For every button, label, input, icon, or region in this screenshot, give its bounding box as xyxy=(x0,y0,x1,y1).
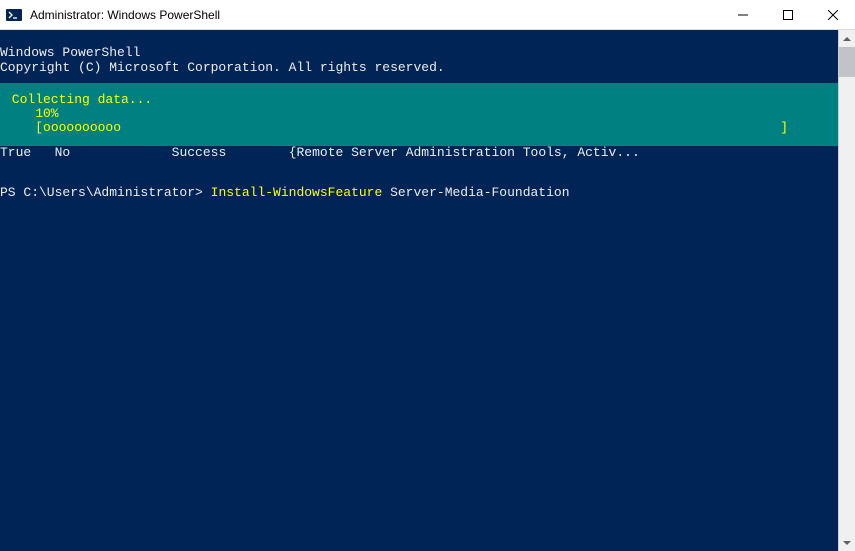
minimize-button[interactable] xyxy=(720,0,765,29)
powershell-icon xyxy=(6,7,22,23)
scroll-thumb[interactable] xyxy=(839,47,855,77)
window-title: Administrator: Windows PowerShell xyxy=(28,8,720,22)
scroll-up-button[interactable] xyxy=(839,30,855,47)
prompt-line: PS C:\Users\Administrator> Install-Windo… xyxy=(0,186,838,200)
close-button[interactable] xyxy=(810,0,855,29)
title-bar: Administrator: Windows PowerShell xyxy=(0,0,855,30)
progress-block: Collecting data... 10% [oooooooooo] xyxy=(0,83,838,146)
result-col3: Success xyxy=(172,145,227,160)
maximize-button[interactable] xyxy=(765,0,810,29)
result-col2: No xyxy=(55,145,71,160)
scroll-down-button[interactable] xyxy=(839,534,855,551)
window-controls xyxy=(720,0,855,29)
prompt-prefix: PS C:\Users\Administrator> xyxy=(0,185,211,200)
progress-bar-close: ] xyxy=(780,121,788,135)
progress-bar-fill: oooooooooo xyxy=(43,120,121,135)
prompt-command: Install-WindowsFeature xyxy=(211,185,383,200)
prompt-argument: Server-Media-Foundation xyxy=(382,185,569,200)
progress-status: Collecting data... xyxy=(4,92,152,107)
result-col1: True xyxy=(0,145,31,160)
ps-banner-line2: Copyright (C) Microsoft Corporation. All… xyxy=(0,60,445,75)
result-row: True No Success {Remote Server Administr… xyxy=(0,146,838,160)
vertical-scrollbar[interactable] xyxy=(838,30,855,551)
result-col4: {Remote Server Administration Tools, Act… xyxy=(289,145,640,160)
terminal-output[interactable]: Windows PowerShell Copyright (C) Microso… xyxy=(0,30,838,551)
progress-bar-open: [ xyxy=(4,120,43,135)
ps-banner-line1: Windows PowerShell xyxy=(0,45,140,60)
progress-percent: 10% xyxy=(4,106,59,121)
